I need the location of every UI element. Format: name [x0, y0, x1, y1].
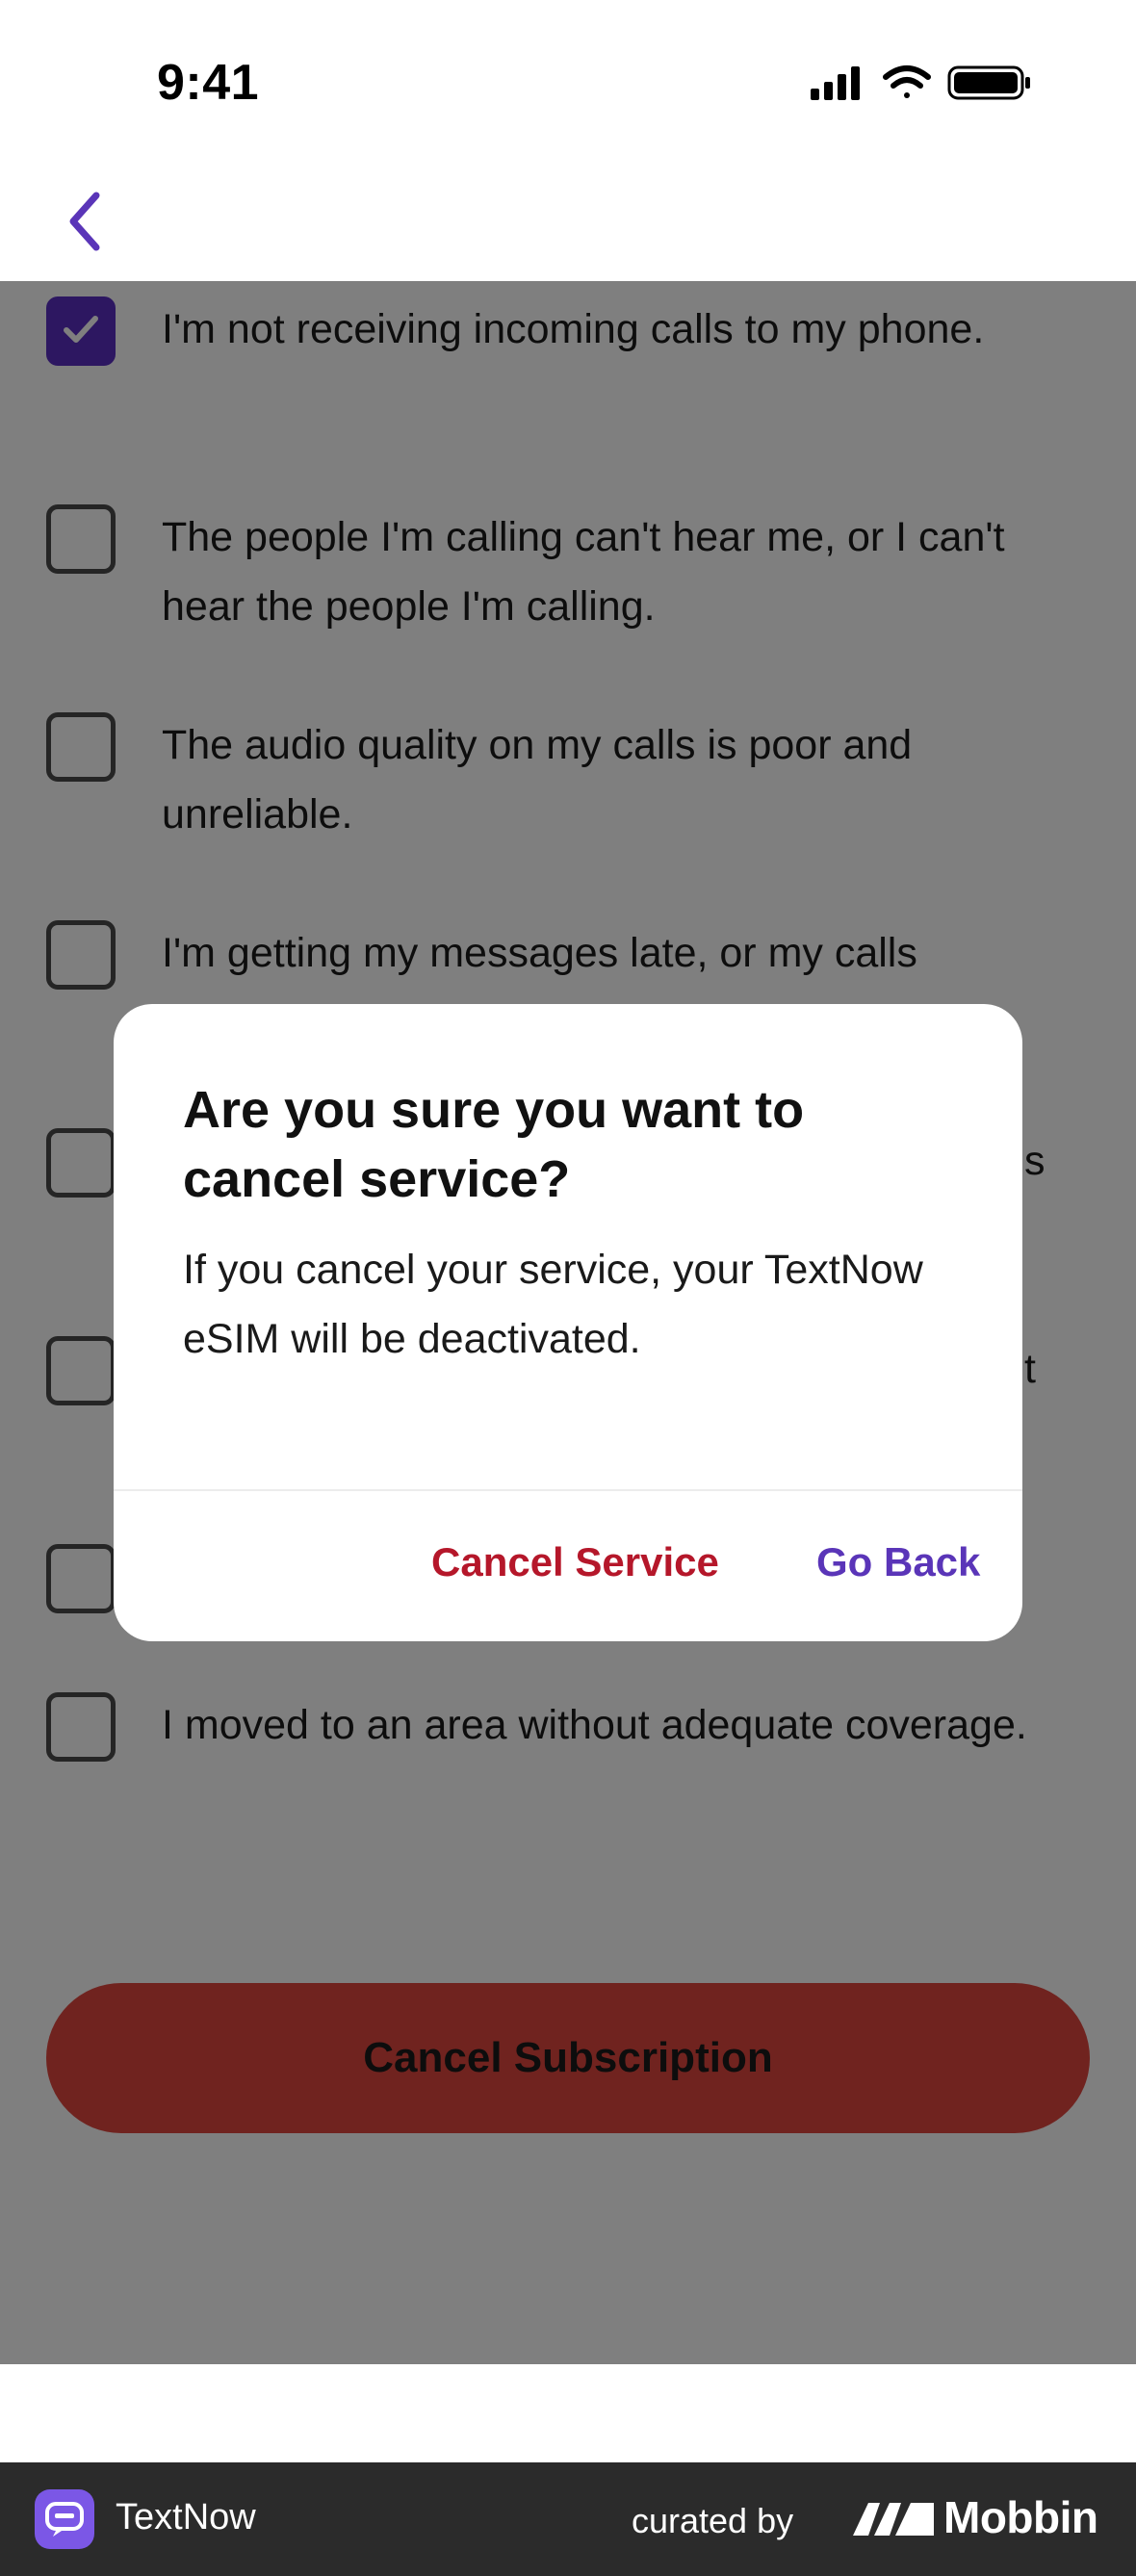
- go-back-button[interactable]: Go Back: [816, 1533, 980, 1591]
- nav-bar: [0, 164, 1136, 281]
- status-time: 9:41: [157, 55, 260, 111]
- dialog-message: If you cancel your service, your TextNow…: [183, 1247, 923, 1362]
- back-button[interactable]: [46, 183, 123, 260]
- wifi-icon: [883, 65, 931, 98]
- status-bar: 9:41: [0, 0, 1136, 164]
- footer-curated-label: curated by: [632, 2501, 794, 2540]
- cancel-service-button[interactable]: Cancel Service: [431, 1533, 719, 1591]
- status-icons: [811, 65, 1030, 100]
- cellular-signal-icon: [811, 66, 860, 100]
- home-indicator-area: [0, 2364, 1136, 2462]
- footer-bar: TextNow curated by Mobbin: [0, 2462, 1136, 2576]
- dialog-title: Are you sure you want to cancel service?: [183, 1081, 805, 1208]
- chevron-left-icon: [69, 192, 100, 251]
- footer-app-name: TextNow: [116, 2497, 256, 2537]
- textnow-logo-icon: [35, 2489, 94, 2549]
- cancel-confirmation-dialog: Are you sure you want to cancel service?…: [114, 1004, 1022, 1641]
- mobbin-logo-icon: [853, 2503, 934, 2536]
- footer-brand: Mobbin: [943, 2492, 1098, 2542]
- battery-icon: [947, 65, 1030, 100]
- dialog-divider: [114, 1489, 1022, 1491]
